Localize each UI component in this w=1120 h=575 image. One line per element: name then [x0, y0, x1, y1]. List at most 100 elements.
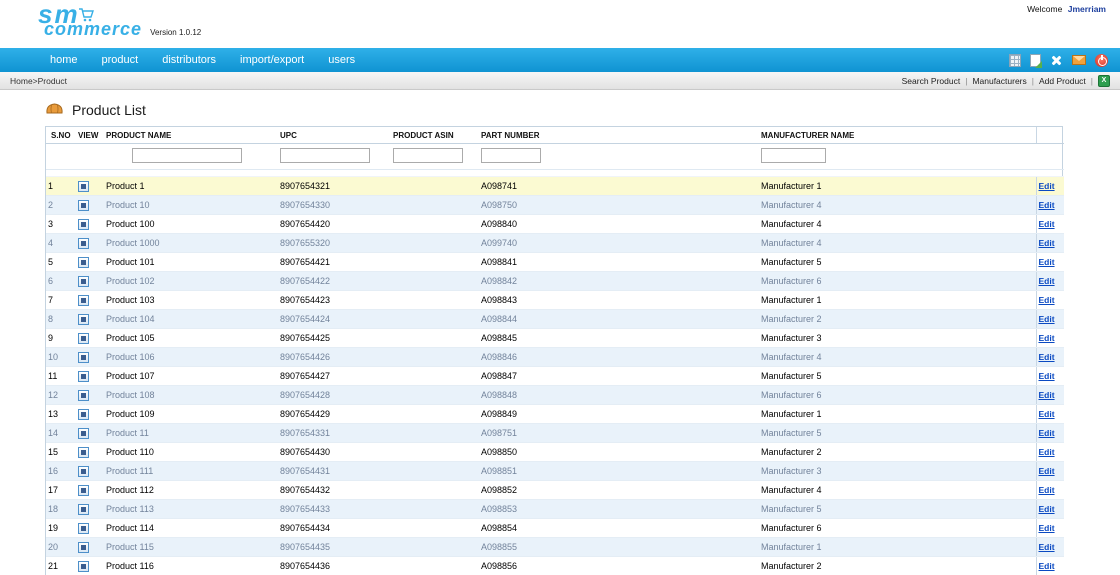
edit-link[interactable]: Edit: [1039, 257, 1055, 267]
table-row[interactable]: 17 Product 112 8907654432 A098852 Manufa…: [46, 480, 1064, 500]
view-icon[interactable]: [78, 446, 89, 458]
row-part-number: A098849: [479, 404, 759, 424]
row-sno: 14: [46, 423, 76, 443]
row-product-name: Product 101: [104, 252, 278, 272]
col-upc: UPC: [278, 127, 391, 144]
table-row[interactable]: 14 Product 11 8907654331 A098751 Manufac…: [46, 423, 1064, 443]
table-row[interactable]: 3 Product 100 8907654420 A098840 Manufac…: [46, 214, 1064, 234]
view-icon[interactable]: [78, 237, 89, 249]
table-row[interactable]: 16 Product 111 8907654431 A098851 Manufa…: [46, 461, 1064, 481]
view-icon[interactable]: [78, 294, 89, 306]
nav-item-product[interactable]: product: [102, 54, 139, 66]
row-manufacturer-name: Manufacturer 1: [759, 290, 1036, 310]
table-row[interactable]: 13 Product 109 8907654429 A098849 Manufa…: [46, 404, 1064, 424]
filter-manufacturer-name-input[interactable]: [761, 148, 826, 163]
table-row[interactable]: 7 Product 103 8907654423 A098843 Manufac…: [46, 290, 1064, 310]
nav-item-import-export[interactable]: import/export: [240, 54, 304, 66]
table-row[interactable]: 20 Product 115 8907654435 A098855 Manufa…: [46, 537, 1064, 557]
table-row[interactable]: 9 Product 105 8907654425 A098845 Manufac…: [46, 328, 1064, 348]
power-icon[interactable]: [1095, 53, 1108, 67]
username-link[interactable]: Jmerriam: [1068, 4, 1106, 14]
table-row[interactable]: 15 Product 110 8907654430 A098850 Manufa…: [46, 442, 1064, 462]
edit-link[interactable]: Edit: [1039, 276, 1055, 286]
edit-link[interactable]: Edit: [1039, 561, 1055, 571]
view-icon[interactable]: [78, 180, 89, 192]
edit-link[interactable]: Edit: [1039, 542, 1055, 552]
tools-icon[interactable]: [1050, 54, 1063, 67]
view-icon[interactable]: [78, 370, 89, 382]
table-row[interactable]: 12 Product 108 8907654428 A098848 Manufa…: [46, 385, 1064, 405]
edit-link[interactable]: Edit: [1039, 447, 1055, 457]
edit-link[interactable]: Edit: [1039, 466, 1055, 476]
edit-link[interactable]: Edit: [1039, 409, 1055, 419]
nav-item-users[interactable]: users: [328, 54, 355, 66]
row-sno: 5: [46, 252, 76, 272]
table-row[interactable]: 6 Product 102 8907654422 A098842 Manufac…: [46, 271, 1064, 291]
view-icon[interactable]: [78, 351, 89, 363]
row-product-name: Product 116: [104, 556, 278, 575]
toolbar: Search Product | Manufacturers | Add Product…: [902, 74, 1110, 87]
edit-link[interactable]: Edit: [1039, 333, 1055, 343]
table-row[interactable]: 11 Product 107 8907654427 A098847 Manufa…: [46, 366, 1064, 386]
edit-link[interactable]: Edit: [1039, 181, 1055, 191]
edit-link[interactable]: Edit: [1039, 428, 1055, 438]
edit-link[interactable]: Edit: [1039, 295, 1055, 305]
main-nav: home product distributors import/export user…: [0, 48, 1120, 72]
edit-link[interactable]: Edit: [1039, 523, 1055, 533]
logo-text-sm: sm: [38, 0, 80, 29]
table-row[interactable]: 1 Product 1 8907654321 A098741 Manufactu…: [46, 176, 1064, 196]
view-icon[interactable]: [78, 503, 89, 515]
filter-product-asin-input[interactable]: [393, 148, 463, 163]
view-icon[interactable]: [78, 332, 89, 344]
edit-link[interactable]: Edit: [1039, 352, 1055, 362]
row-sno: 4: [46, 233, 76, 253]
nav-item-distributors[interactable]: distributors: [162, 54, 216, 66]
table-row[interactable]: 4 Product 1000 8907655320 A099740 Manufa…: [46, 233, 1064, 253]
view-icon[interactable]: [78, 560, 89, 572]
edit-link[interactable]: Edit: [1039, 390, 1055, 400]
filter-upc-input[interactable]: [280, 148, 370, 163]
table-row[interactable]: 8 Product 104 8907654424 A098844 Manufac…: [46, 309, 1064, 329]
toolbar-link-manufacturers[interactable]: Manufacturers: [972, 76, 1026, 86]
row-product-name: Product 107: [104, 366, 278, 386]
row-manufacturer-name: Manufacturer 4: [759, 347, 1036, 367]
edit-link[interactable]: Edit: [1039, 504, 1055, 514]
filter-part-number-input[interactable]: [481, 148, 541, 163]
note-icon[interactable]: [1030, 53, 1042, 68]
grid-icon[interactable]: [1009, 53, 1021, 67]
table-row[interactable]: 5 Product 101 8907654421 A098841 Manufac…: [46, 252, 1064, 272]
view-icon[interactable]: [78, 522, 89, 534]
edit-link[interactable]: Edit: [1039, 238, 1055, 248]
table-row[interactable]: 19 Product 114 8907654434 A098854 Manufa…: [46, 518, 1064, 538]
edit-link[interactable]: Edit: [1039, 219, 1055, 229]
edit-link[interactable]: Edit: [1039, 314, 1055, 324]
view-icon[interactable]: [78, 484, 89, 496]
nav-item-home[interactable]: home: [50, 54, 78, 66]
edit-link[interactable]: Edit: [1039, 485, 1055, 495]
view-icon[interactable]: [78, 313, 89, 325]
excel-export-icon[interactable]: [1098, 74, 1110, 87]
view-icon[interactable]: [78, 218, 89, 230]
table-row[interactable]: 21 Product 116 8907654436 A098856 Manufa…: [46, 556, 1064, 575]
view-icon[interactable]: [78, 408, 89, 420]
view-icon[interactable]: [78, 275, 89, 287]
filter-product-name-input[interactable]: [132, 148, 242, 163]
view-icon[interactable]: [78, 427, 89, 439]
nav-menu: home product distributors import/export user…: [50, 54, 379, 66]
row-sno: 16: [46, 461, 76, 481]
row-manufacturer-name: Manufacturer 4: [759, 480, 1036, 500]
view-icon[interactable]: [78, 541, 89, 553]
table-row[interactable]: 18 Product 113 8907654433 A098853 Manufa…: [46, 499, 1064, 519]
mail-icon[interactable]: [1072, 55, 1086, 65]
view-icon[interactable]: [78, 256, 89, 268]
table-row[interactable]: 2 Product 10 8907654330 A098750 Manufact…: [46, 195, 1064, 215]
toolbar-link-add-product[interactable]: Add Product: [1039, 76, 1086, 86]
view-icon[interactable]: [78, 389, 89, 401]
table-row[interactable]: 10 Product 106 8907654426 A098846 Manufa…: [46, 347, 1064, 367]
edit-link[interactable]: Edit: [1039, 371, 1055, 381]
toolbar-link-search-product[interactable]: Search Product: [902, 76, 961, 86]
view-icon[interactable]: [78, 199, 89, 211]
edit-link[interactable]: Edit: [1039, 200, 1055, 210]
view-icon[interactable]: [78, 465, 89, 477]
welcome-area: Welcome Jmerriam: [1027, 4, 1106, 14]
